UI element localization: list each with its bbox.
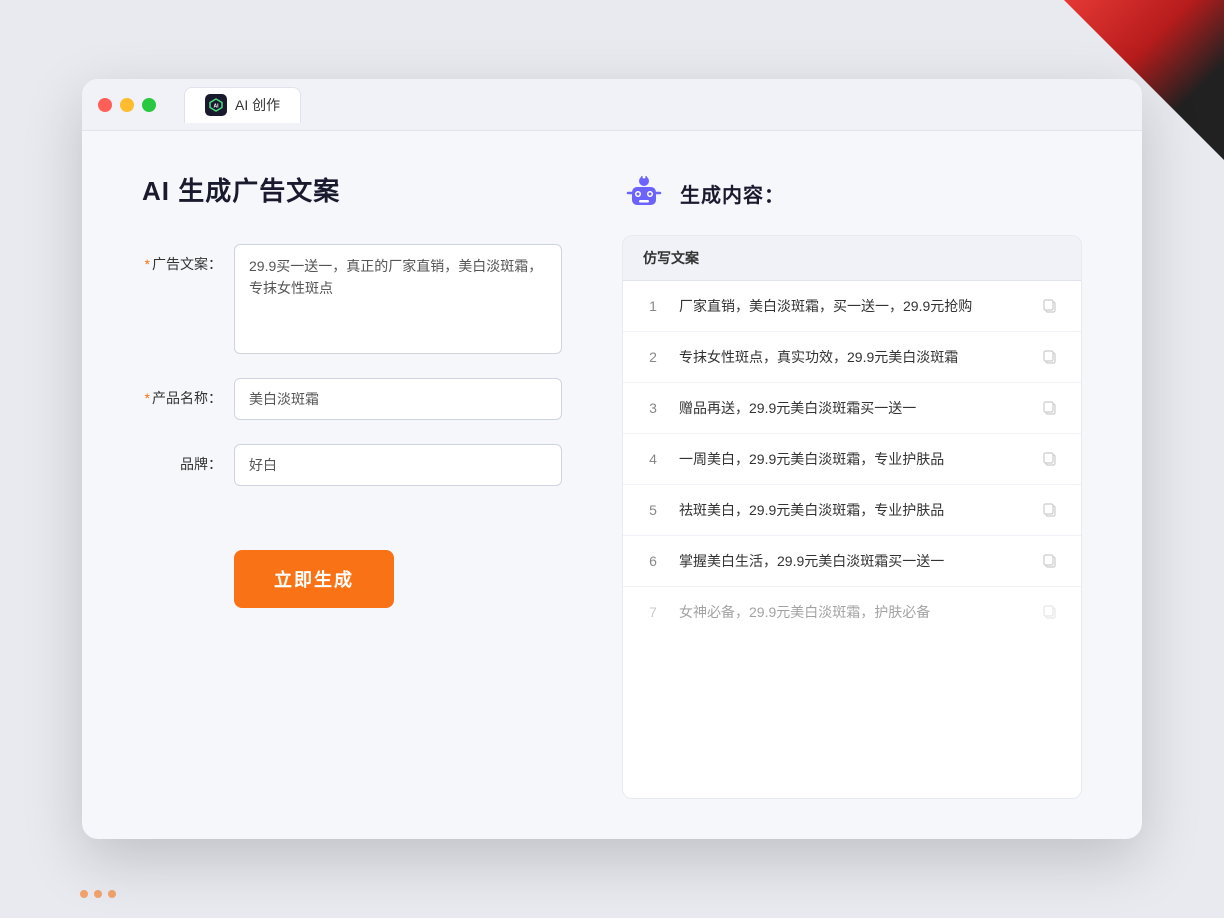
- page-title: AI 生成广告文案: [142, 171, 562, 208]
- table-row: 1 厂家直销，美白淡斑霜，买一送一，29.9元抢购: [623, 281, 1081, 332]
- bottom-dots: [80, 890, 116, 898]
- browser-window: AI AI 创作 AI 生成广告文案 *广告文案： *产品名称：: [82, 79, 1142, 839]
- svg-text:AI: AI: [214, 104, 220, 110]
- copy-icon[interactable]: [1039, 295, 1061, 317]
- row-number: 2: [643, 349, 663, 365]
- ad-copy-required: *: [145, 256, 150, 272]
- ad-copy-label: *广告文案：: [142, 244, 222, 274]
- copy-icon[interactable]: [1039, 397, 1061, 419]
- row-text: 赠品再送，29.9元美白淡斑霜买一送一: [679, 398, 1023, 419]
- brand-input[interactable]: [234, 444, 562, 486]
- copy-icon[interactable]: [1039, 601, 1061, 623]
- main-content: AI 生成广告文案 *广告文案： *产品名称： 品牌： 立: [82, 131, 1142, 839]
- row-text: 专抹女性斑点，真实功效，29.9元美白淡斑霜: [679, 347, 1023, 368]
- ad-copy-group: *广告文案：: [142, 244, 562, 354]
- table-row: 6 掌握美白生活，29.9元美白淡斑霜买一送一: [623, 536, 1081, 587]
- product-name-group: *产品名称：: [142, 378, 562, 420]
- product-name-required: *: [145, 390, 150, 406]
- left-panel: AI 生成广告文案 *广告文案： *产品名称： 品牌： 立: [142, 171, 562, 799]
- row-number: 7: [643, 604, 663, 620]
- product-name-label: *产品名称：: [142, 378, 222, 408]
- row-number: 3: [643, 400, 663, 416]
- row-number: 4: [643, 451, 663, 467]
- result-title: 生成内容：: [680, 179, 785, 208]
- minimize-button[interactable]: [120, 98, 134, 112]
- tab-label: AI 创作: [235, 95, 280, 115]
- table-header: 仿写文案: [623, 236, 1081, 281]
- robot-icon: [622, 171, 666, 215]
- copy-icon[interactable]: [1039, 448, 1061, 470]
- table-row: 4 一周美白，29.9元美白淡斑霜，专业护肤品: [623, 434, 1081, 485]
- maximize-button[interactable]: [142, 98, 156, 112]
- table-row: 3 赠品再送，29.9元美白淡斑霜买一送一: [623, 383, 1081, 434]
- row-text: 掌握美白生活，29.9元美白淡斑霜买一送一: [679, 551, 1023, 572]
- table-row: 7 女神必备，29.9元美白淡斑霜，护肤必备: [623, 587, 1081, 637]
- copy-icon[interactable]: [1039, 499, 1061, 521]
- title-bar: AI AI 创作: [82, 79, 1142, 131]
- copy-icon[interactable]: [1039, 550, 1061, 572]
- dot-3: [108, 890, 116, 898]
- row-text: 一周美白，29.9元美白淡斑霜，专业护肤品: [679, 449, 1023, 470]
- row-number: 6: [643, 553, 663, 569]
- generate-button[interactable]: 立即生成: [234, 550, 394, 608]
- ad-copy-input[interactable]: [234, 244, 562, 354]
- row-number: 5: [643, 502, 663, 518]
- brand-group: 品牌：: [142, 444, 562, 486]
- ai-tab[interactable]: AI AI 创作: [184, 87, 301, 123]
- right-panel: 生成内容： 仿写文案 1 厂家直销，美白淡斑霜，买一送一，29.9元抢购 2 专抹女…: [622, 171, 1082, 799]
- row-number: 1: [643, 298, 663, 314]
- close-button[interactable]: [98, 98, 112, 112]
- table-row: 5 祛斑美白，29.9元美白淡斑霜，专业护肤品: [623, 485, 1081, 536]
- copy-icon[interactable]: [1039, 346, 1061, 368]
- results-container: 1 厂家直销，美白淡斑霜，买一送一，29.9元抢购 2 专抹女性斑点，真实功效，29…: [623, 281, 1081, 637]
- dot-1: [80, 890, 88, 898]
- result-header: 生成内容：: [622, 171, 1082, 215]
- traffic-lights: [98, 98, 156, 112]
- row-text: 祛斑美白，29.9元美白淡斑霜，专业护肤品: [679, 500, 1023, 521]
- row-text: 厂家直销，美白淡斑霜，买一送一，29.9元抢购: [679, 296, 1023, 317]
- ai-tab-icon: AI: [205, 94, 227, 116]
- row-text: 女神必备，29.9元美白淡斑霜，护肤必备: [679, 602, 1023, 623]
- table-row: 2 专抹女性斑点，真实功效，29.9元美白淡斑霜: [623, 332, 1081, 383]
- product-name-input[interactable]: [234, 378, 562, 420]
- dot-2: [94, 890, 102, 898]
- brand-label: 品牌：: [142, 444, 222, 474]
- result-table: 仿写文案 1 厂家直销，美白淡斑霜，买一送一，29.9元抢购 2 专抹女性斑点，真实…: [622, 235, 1082, 799]
